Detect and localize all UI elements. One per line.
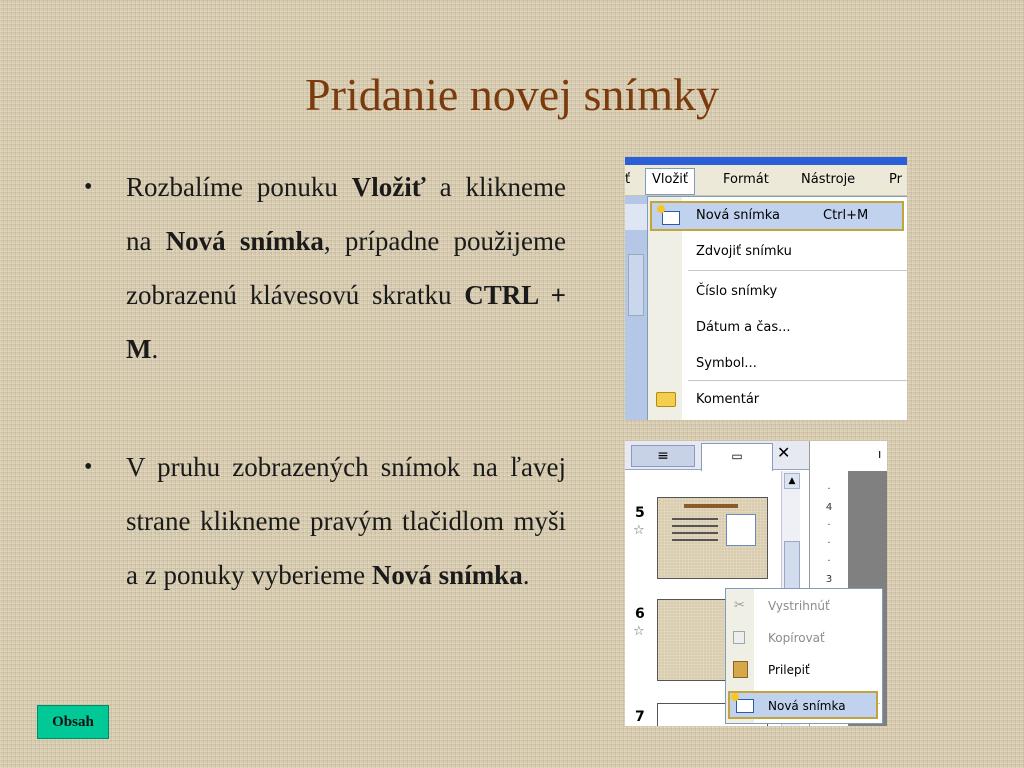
tab-outline[interactable]: ≡: [631, 445, 695, 467]
menu-item-comment[interactable]: Komentár: [648, 385, 907, 415]
spellcheck-icon: [625, 204, 647, 230]
pipe-mark: ı: [878, 447, 882, 461]
bullet-dot: •: [84, 454, 93, 480]
menu-tools[interactable]: Nástroje: [801, 172, 855, 187]
ruler-tick: ·: [827, 538, 831, 549]
toolbar-handle: [628, 254, 644, 316]
menu-fragment-left[interactable]: ť: [625, 172, 630, 187]
menu-item-label: Dátum a čas...: [696, 320, 791, 335]
context-menu: ✂ Vystrihnúť Kopírovať Prilepiť Nová sní…: [725, 588, 883, 724]
obsah-button[interactable]: Obsah: [37, 705, 109, 739]
toolbar-fragment: [625, 196, 647, 420]
menu-item-duplicate-slide[interactable]: Zdvojiť snímku: [648, 237, 907, 267]
animation-star-icon: ☆: [633, 624, 645, 639]
menu-item-slide-number[interactable]: Číslo snímky: [648, 277, 907, 307]
menu-insert[interactable]: Vložiť: [645, 168, 695, 195]
bullet-slides-pane: • V pruhu zobrazených snímok na ľavej st…: [84, 440, 566, 602]
menu-bar: ť Vložiť Formát Nástroje Pr: [625, 165, 907, 196]
menu-item-new-slide[interactable]: Nová snímka Ctrl+M: [650, 201, 904, 231]
title-bar-strip: [625, 157, 907, 165]
new-slide-icon: [657, 205, 680, 225]
menu-item-date-time[interactable]: Dátum a čas...: [648, 313, 907, 343]
menu-item-symbol[interactable]: Symbol...: [648, 349, 907, 379]
outline-lines-icon: ≡: [657, 448, 669, 464]
ctx-item-copy[interactable]: Kopírovať: [726, 623, 882, 653]
thumb-line: [672, 525, 718, 527]
menu-item-label: Vystrihnúť: [768, 599, 830, 613]
slide-title: Pridanie novej snímky: [305, 69, 719, 120]
thumb-line: [672, 532, 718, 534]
bold-new-slide: Nová snímka: [371, 560, 523, 590]
scroll-thumb[interactable]: [784, 541, 800, 593]
menu-item-label: Nová snímka: [696, 208, 781, 223]
scroll-up-icon[interactable]: ▲: [784, 473, 800, 489]
bullet-text: V pruhu zobrazených snímok na ľavej stra…: [126, 440, 566, 602]
bullet-text: Rozbalíme ponuku Vložiť a klikneme na No…: [126, 160, 566, 376]
ruler-tick: ·: [827, 556, 831, 567]
menu-item-label: Symbol...: [696, 356, 757, 371]
slide-number: 7: [635, 709, 645, 725]
slide-icon: ▭: [731, 449, 743, 463]
insert-menu-screenshot: ť Vložiť Formát Nástroje Pr Nová snímka …: [625, 157, 907, 420]
animation-star-icon: ☆: [633, 523, 645, 538]
menu-format[interactable]: Formát: [723, 172, 769, 187]
text-run: Rozbalíme ponuku: [126, 172, 352, 202]
slides-pane-screenshot: ≡ ▭ ✕ ▲ ı · 4 · · · 3 · · 5 ☆ 6 ☆ 7 ✂: [625, 441, 887, 726]
scissors-icon: ✂: [734, 598, 745, 613]
thumb-image: [726, 514, 756, 546]
paste-icon: [733, 661, 748, 678]
ruler-tick: ·: [827, 484, 831, 495]
menu-item-label: Komentár: [696, 392, 760, 407]
ctx-item-cut[interactable]: ✂ Vystrihnúť: [726, 591, 882, 621]
slide-number: 5: [635, 505, 645, 521]
text-run: .: [151, 334, 159, 364]
close-icon[interactable]: ✕: [777, 443, 790, 462]
tab-slides[interactable]: ▭: [701, 443, 773, 471]
ctx-item-new-slide[interactable]: Nová snímka: [728, 691, 878, 719]
bullet-dot: •: [84, 174, 93, 200]
bold-new-slide: Nová snímka: [165, 226, 324, 256]
new-slide-icon: [731, 693, 754, 713]
ruler-tick: 3: [825, 574, 833, 585]
text-run: .: [522, 560, 530, 590]
menu-fragment-right[interactable]: Pr: [889, 172, 902, 187]
bold-insert: Vložiť: [351, 172, 426, 202]
menu-separator: [688, 380, 907, 381]
bullet-insert-menu: • Rozbalíme ponuku Vložiť a klikneme na …: [84, 160, 566, 376]
slide-thumbnail[interactable]: [657, 497, 768, 579]
ruler-tick: 4: [825, 502, 833, 513]
ruler-tick: ·: [827, 520, 831, 531]
thumb-title: [684, 504, 738, 508]
menu-item-label: Kopírovať: [768, 631, 825, 645]
copy-icon: [733, 631, 745, 644]
menu-item-label: Číslo snímky: [696, 284, 778, 299]
thumb-line: [672, 539, 718, 541]
menu-separator: [688, 270, 907, 271]
menu-item-label: Zdvojiť snímku: [696, 244, 792, 259]
ctx-item-paste[interactable]: Prilepiť: [726, 655, 882, 685]
comment-icon: [656, 392, 676, 407]
menu-item-label: Prilepiť: [768, 663, 810, 677]
slide-number: 6: [635, 606, 645, 622]
menu-item-label: Nová snímka: [768, 699, 846, 713]
insert-dropdown: Nová snímka Ctrl+M Zdvojiť snímku Číslo …: [647, 196, 907, 420]
thumb-line: [672, 518, 718, 520]
shortcut-label: Ctrl+M: [823, 208, 869, 223]
